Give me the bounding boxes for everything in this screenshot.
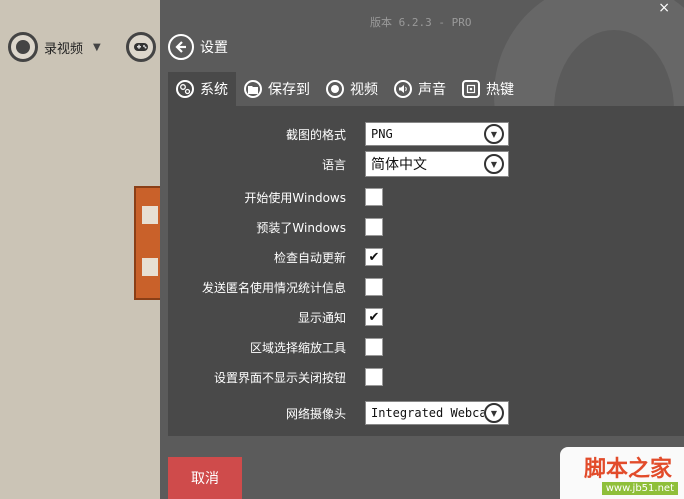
setting-row-webcam: 网络摄像头 Integrated Webcam ▼: [168, 401, 684, 425]
tab-label: 热键: [486, 82, 514, 98]
watermark-text: 脚本之家: [583, 457, 672, 482]
webcam-select[interactable]: Integrated Webcam ▼: [365, 401, 509, 425]
tab-label: 声音: [418, 82, 446, 98]
watermark: 脚本之家 www.jb51.net: [560, 447, 684, 499]
chevron-down-icon: ▼: [484, 124, 504, 144]
setting-row-send-stats: 发送匿名使用情况统计信息: [168, 275, 684, 299]
tab-label: 保存到: [268, 82, 310, 98]
setting-row-language: 语言 简体中文 ▼: [168, 151, 684, 177]
setting-label: 开始使用Windows: [244, 190, 346, 205]
cancel-button[interactable]: 取消: [168, 457, 242, 499]
check-icon: ✔: [368, 309, 380, 325]
setting-row-screenshot-format: 截图的格式 PNG ▼: [168, 122, 684, 146]
send-stats-checkbox[interactable]: [365, 278, 383, 296]
check-icon: ✔: [368, 249, 380, 265]
select-value: 简体中文: [371, 157, 427, 173]
setting-label: 区域选择缩放工具: [249, 340, 346, 355]
close-button[interactable]: ×: [658, 0, 670, 16]
setting-label: 网络摄像头: [285, 406, 346, 421]
gears-icon: [176, 80, 194, 98]
start-with-windows-checkbox[interactable]: [365, 188, 383, 206]
watermark-url: www.jb51.net: [601, 482, 678, 495]
select-value: Integrated Webcam: [371, 406, 484, 420]
page-title: 设置: [200, 40, 228, 56]
settings-header: 设置: [168, 34, 228, 60]
setting-label: 预装了Windows: [256, 220, 346, 235]
tab-label: 系统: [200, 82, 228, 98]
record-icon: [8, 32, 38, 62]
background-app: 录视频 ▼: [0, 0, 162, 499]
setting-row-preinstalled-windows: 预装了Windows: [168, 215, 684, 239]
record-video-label: 录视频: [44, 41, 84, 57]
chevron-down-icon: ▼: [484, 403, 504, 423]
select-value: PNG: [371, 127, 393, 141]
setting-row-hide-close-button: 设置界面不显示关闭按钮: [168, 365, 684, 389]
version-label: 版本 6.2.3 - PRO: [370, 16, 472, 29]
tab-save-to[interactable]: 保存到: [236, 72, 318, 106]
language-select[interactable]: 简体中文 ▼: [365, 151, 509, 177]
setting-label: 设置界面不显示关闭按钮: [213, 370, 346, 385]
record-video-button[interactable]: 录视频 ▼: [8, 32, 101, 62]
check-updates-checkbox[interactable]: ✔: [365, 248, 383, 266]
settings-window: 版本 6.2.3 - PRO × 设置 系统 保存到 视频 声音 热键 截图的格…: [160, 0, 684, 499]
setting-row-check-updates: 检查自动更新 ✔: [168, 245, 684, 269]
folder-icon: [244, 80, 262, 98]
setting-row-show-notifications: 显示通知 ✔: [168, 305, 684, 329]
region-zoom-checkbox[interactable]: [365, 338, 383, 356]
tab-hotkeys[interactable]: 热键: [454, 72, 522, 106]
background-image-fragment: [134, 186, 162, 300]
tab-system[interactable]: 系统: [168, 72, 236, 106]
settings-tabs: 系统 保存到 视频 声音 热键: [168, 72, 522, 106]
tab-video[interactable]: 视频: [318, 72, 386, 106]
arrow-left-icon[interactable]: [168, 34, 194, 60]
setting-label: 截图的格式: [285, 127, 346, 142]
setting-label: 发送匿名使用情况统计信息: [201, 280, 346, 295]
setting-row-start-with-windows: 开始使用Windows: [168, 185, 684, 209]
setting-label: 检查自动更新: [273, 250, 346, 265]
chevron-down-icon[interactable]: ▼: [93, 42, 101, 53]
show-notifications-checkbox[interactable]: ✔: [365, 308, 383, 326]
setting-label: 显示通知: [297, 310, 346, 325]
setting-row-region-zoom: 区域选择缩放工具: [168, 335, 684, 359]
hotkey-icon: [462, 80, 480, 98]
tab-sound[interactable]: 声音: [386, 72, 454, 106]
screenshot-format-select[interactable]: PNG ▼: [365, 122, 509, 146]
tab-label: 视频: [350, 82, 378, 98]
speaker-icon: [394, 80, 412, 98]
gamepad-icon[interactable]: [126, 32, 156, 62]
setting-label: 语言: [321, 157, 346, 172]
preinstalled-windows-checkbox[interactable]: [365, 218, 383, 236]
record-icon: [326, 80, 344, 98]
hide-close-button-checkbox[interactable]: [365, 368, 383, 386]
chevron-down-icon: ▼: [484, 154, 504, 174]
settings-panel: 截图的格式 PNG ▼ 语言 简体中文 ▼ 开始使用Windows 预装了Win…: [168, 106, 684, 436]
